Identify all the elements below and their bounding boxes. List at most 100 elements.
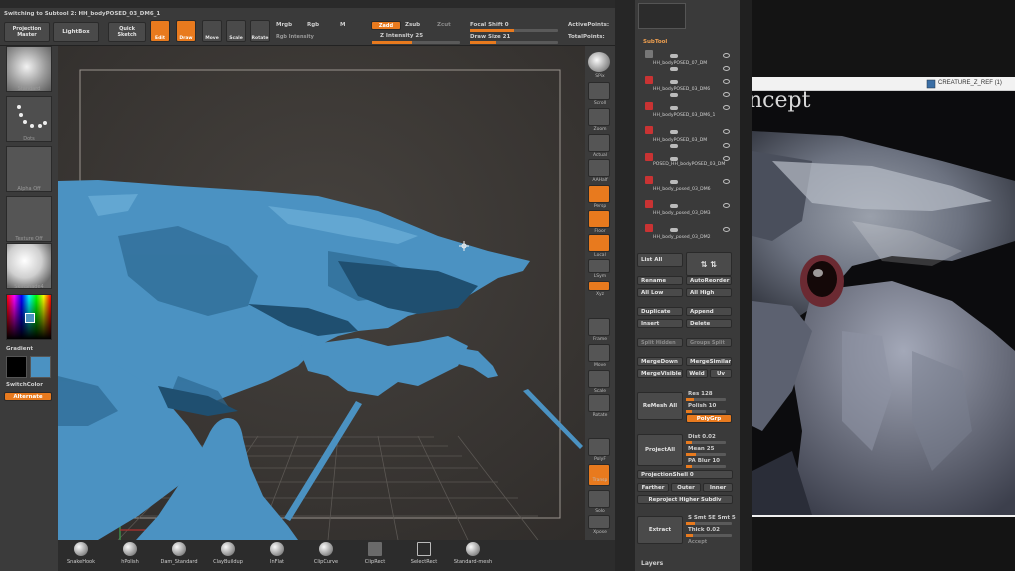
brush-claybuildup[interactable]: ClayBuildup <box>208 542 248 565</box>
remesh-all-button[interactable]: ReMesh All <box>637 392 683 420</box>
m-toggle[interactable]: M <box>340 22 345 28</box>
focal-shift-slider[interactable]: Focal Shift 0 <box>470 22 509 28</box>
auto-reorder-button[interactable]: AutoReorder <box>686 276 732 285</box>
eye-icon[interactable] <box>723 227 730 232</box>
viewport-canvas[interactable] <box>58 46 585 540</box>
outer-button[interactable]: Outer <box>671 483 701 492</box>
thick-slider[interactable]: Thick 0.02 <box>688 527 720 533</box>
rgb-toggle[interactable]: Rgb <box>307 22 319 28</box>
list-all-button[interactable]: List All <box>637 253 683 267</box>
polygrp-button[interactable]: PolyGrp <box>686 414 732 423</box>
main-color-swatch[interactable] <box>6 356 27 378</box>
rgb-intensity-slider[interactable]: Rgb Intensity <box>276 34 314 40</box>
accept-button[interactable]: Accept <box>688 539 707 545</box>
merge-similar-button[interactable]: MergeSimilar <box>686 357 732 366</box>
color-picker[interactable] <box>6 294 52 340</box>
subtool-row[interactable] <box>645 174 735 186</box>
zsub-button[interactable]: Zsub <box>405 22 420 28</box>
toggle-icon[interactable] <box>670 228 678 232</box>
edit-button[interactable]: Edit <box>150 20 170 42</box>
eye-icon[interactable] <box>723 105 730 110</box>
brush-cliprect[interactable]: ClipRect <box>355 542 395 565</box>
extract-button[interactable]: Extract <box>637 516 683 544</box>
groups-split-button[interactable]: Groups Split <box>686 338 732 347</box>
res-track[interactable] <box>686 398 726 401</box>
rotate-button[interactable]: Rotate <box>250 20 270 42</box>
insert-button[interactable]: Insert <box>637 319 683 328</box>
scale-button[interactable]: Scale <box>226 20 246 42</box>
eye-icon[interactable] <box>723 53 730 58</box>
eye-icon[interactable] <box>723 143 730 148</box>
arrow-buttons[interactable]: ⇅ ⇅ <box>686 252 732 276</box>
layers-header[interactable]: Layers <box>641 560 663 567</box>
quick-sketch-button[interactable]: Quick Sketch <box>108 22 146 42</box>
frame-button[interactable] <box>588 318 610 336</box>
weld-button[interactable]: Weld <box>686 369 708 378</box>
merge-visible-button[interactable]: MergeVisible <box>637 369 683 378</box>
brush-standard-mesh[interactable]: Standard-mesh <box>453 542 493 565</box>
brush-dam-standard[interactable]: Dam_Standard <box>159 542 199 565</box>
brush-hpolish[interactable]: hPolish <box>110 542 150 565</box>
brush-inflat[interactable]: InFlat <box>257 542 297 565</box>
projection-shell-slider[interactable]: ProjectionShell 0 <box>637 470 733 479</box>
eye-icon[interactable] <box>723 129 730 134</box>
dist-slider[interactable]: Dist 0.02 <box>688 434 716 440</box>
subtool-row[interactable] <box>645 198 735 210</box>
merge-down-button[interactable]: MergeDown <box>637 357 683 366</box>
s-smt-slider[interactable]: S Smt 5 <box>688 515 712 521</box>
eye-icon[interactable] <box>723 92 730 97</box>
eye-icon[interactable] <box>723 179 730 184</box>
switch-color-button[interactable]: SwitchColor <box>6 382 43 388</box>
subtool-row[interactable] <box>645 222 735 234</box>
material-thumbnail[interactable] <box>6 243 52 289</box>
toggle-icon[interactable] <box>670 180 678 184</box>
alternate-button[interactable]: Alternate <box>4 392 52 401</box>
res-slider[interactable]: Res 128 <box>688 391 713 397</box>
subtool-row[interactable] <box>645 48 735 60</box>
toggle-icon[interactable] <box>670 144 678 148</box>
polish-track[interactable] <box>686 410 726 413</box>
rename-button[interactable]: Rename <box>637 276 683 285</box>
eye-icon[interactable] <box>723 79 730 84</box>
move-view-button[interactable] <box>588 344 610 362</box>
tool-thumbnail[interactable] <box>638 3 686 29</box>
toggle-icon[interactable] <box>670 130 678 134</box>
xyz-button[interactable] <box>588 281 610 291</box>
projection-master-button[interactable]: Projection Master <box>4 22 50 42</box>
subtool-row[interactable]: HH_bodyPOSED_07_DM <box>645 61 735 73</box>
farther-button[interactable]: Farther <box>637 483 669 492</box>
lsym-button[interactable] <box>588 259 610 273</box>
lightbox-button[interactable]: LightBox <box>53 22 99 42</box>
smt-track[interactable] <box>686 522 732 525</box>
scroll-button[interactable] <box>588 82 610 100</box>
subtool-row[interactable] <box>645 124 735 136</box>
scale-view-button[interactable] <box>588 370 610 388</box>
append-button[interactable]: Append <box>686 307 732 316</box>
gradient-label[interactable]: Gradient <box>6 346 33 352</box>
zoom-button[interactable] <box>588 108 610 126</box>
all-high-button[interactable]: All High <box>686 288 732 297</box>
rotate-view-button[interactable] <box>588 394 610 412</box>
dist-track[interactable] <box>686 441 726 444</box>
subtool-row[interactable] <box>645 100 735 112</box>
subtool-row[interactable] <box>645 74 735 86</box>
polyf-button[interactable] <box>588 438 610 456</box>
subtool-row[interactable]: POSED_HH_bodyPOSED_03_DM <box>645 162 735 174</box>
e-smt-slider[interactable]: E Smt 5 <box>712 515 736 521</box>
zadd-button[interactable]: Zadd <box>371 21 401 30</box>
delete-button[interactable]: Delete <box>686 319 732 328</box>
thick-track[interactable] <box>686 534 732 537</box>
actual-button[interactable] <box>588 134 610 152</box>
toggle-icon[interactable] <box>670 80 678 84</box>
z-intensity-slider[interactable]: Z Intensity 25 <box>380 33 423 39</box>
local-button[interactable] <box>588 234 610 252</box>
mean-slider[interactable]: Mean 25 <box>688 446 714 452</box>
z-intensity-track[interactable] <box>372 41 460 44</box>
brush-snakehook[interactable]: SnakeHook <box>61 542 101 565</box>
subtool-row[interactable]: HH_body_posed_03_DM2 <box>645 235 735 247</box>
draw-size-slider[interactable]: Draw Size 21 <box>470 34 510 40</box>
toggle-icon[interactable] <box>670 54 678 58</box>
eye-icon[interactable] <box>723 156 730 161</box>
mrgb-toggle[interactable]: Mrgb <box>276 22 292 28</box>
eye-icon[interactable] <box>723 66 730 71</box>
